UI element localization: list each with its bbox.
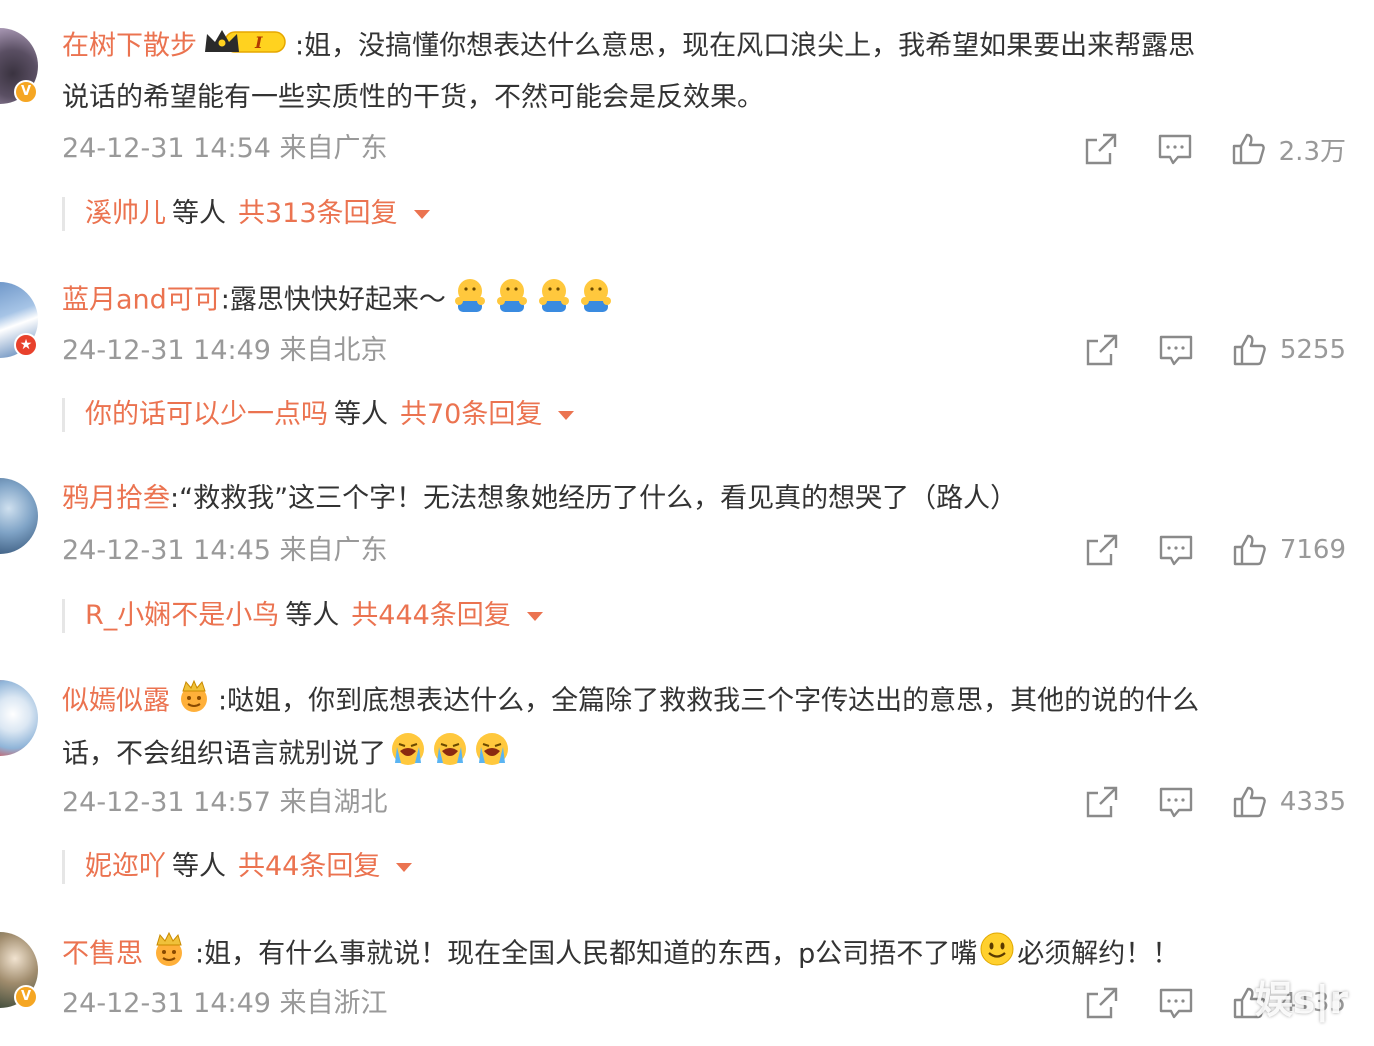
comment-actions: 7169 bbox=[1046, 530, 1346, 570]
comment-meta: 24-12-31 14:49 来自浙江 bbox=[62, 988, 388, 1019]
reply-count[interactable]: 共44条回复 bbox=[238, 851, 380, 882]
comment-text: 鸦月拾叁:“救救我”这三个字！无法想象她经历了什么，看见真的想哭了（路人） bbox=[62, 479, 1017, 519]
comment-body-end: 必须解约！！ bbox=[1017, 938, 1180, 970]
like-icon[interactable] bbox=[1232, 532, 1268, 568]
reply-username[interactable]: 你的话可以少一点吗 bbox=[85, 399, 328, 430]
comment-icon[interactable] bbox=[1158, 985, 1194, 1021]
comment-body: :“救救我”这三个字！无法想象她经历了什么，看见真的想哭了（路人） bbox=[170, 483, 1018, 514]
reply-summary[interactable]: R_小娴不是小鸟 等人 共444条回复 bbox=[62, 599, 543, 633]
watermark: 娱s|r bbox=[1254, 978, 1348, 1022]
reply-and-others: 等人 bbox=[172, 198, 226, 229]
comment-username[interactable]: 不售思 bbox=[62, 939, 143, 970]
comment-meta: 24-12-31 14:45 来自广东 bbox=[62, 535, 388, 566]
reply-summary[interactable]: 溪帅儿 等人 共313条回复 bbox=[62, 197, 430, 231]
reply-count[interactable]: 共70条回复 bbox=[400, 399, 542, 430]
crown-badge-icon bbox=[149, 931, 189, 979]
comment-username[interactable]: 鸦月拾叁 bbox=[62, 483, 170, 514]
comment-username[interactable]: 似嫣似露 bbox=[62, 686, 170, 717]
comment-icon[interactable] bbox=[1158, 784, 1194, 820]
comment-meta: 24-12-31 14:54 来自广东 bbox=[62, 133, 388, 164]
share-icon[interactable] bbox=[1084, 532, 1120, 568]
comment-meta: 24-12-31 14:49 来自北京 bbox=[62, 335, 388, 366]
dropdown-caret-icon[interactable] bbox=[396, 863, 413, 872]
comment-text-line2: 话，不会组织语言就别说了 bbox=[62, 731, 514, 779]
comment-body-line2: 说话的希望能有一些实质性的干货，不然可能会是反效果。 bbox=[62, 82, 764, 113]
reply-and-others: 等人 bbox=[334, 399, 388, 430]
dropdown-caret-icon[interactable] bbox=[558, 411, 575, 420]
dropdown-caret-icon[interactable] bbox=[526, 612, 543, 621]
like-count: 7169 bbox=[1279, 535, 1346, 565]
comment-meta: 24-12-31 14:57 来自湖北 bbox=[62, 787, 388, 818]
reply-summary[interactable]: 妮迩吖 等人 共44条回复 bbox=[62, 850, 413, 884]
comment-text: 蓝月and可可:露思快快好起来～ bbox=[62, 277, 618, 325]
avatar[interactable] bbox=[0, 478, 38, 554]
like-icon[interactable] bbox=[1232, 332, 1268, 368]
vip-badge-icon: ★ bbox=[14, 333, 38, 357]
crown-badge-icon: I bbox=[203, 26, 289, 68]
comment-icon[interactable] bbox=[1158, 332, 1194, 368]
comment-body: :姐，有什么事就说！现在全国人民都知道的东西，p公司捂不了嘴 bbox=[195, 938, 978, 970]
comment-text: 在树下散步 I :姐，没搞懂你想表达什么意思，现在风口浪尖上，我希望如果要出来帮… bbox=[62, 26, 1195, 68]
share-icon[interactable] bbox=[1083, 131, 1119, 167]
verified-badge-icon: V bbox=[14, 985, 38, 1009]
comment-icon[interactable] bbox=[1157, 131, 1193, 167]
like-icon[interactable] bbox=[1231, 131, 1267, 167]
verified-badge-icon: V bbox=[14, 80, 38, 104]
comment-text: 似嫣似露 :哒姐，你到底想表达什么，全篇除了救救我三个字传达出的意思，其他的说的… bbox=[62, 679, 1199, 725]
comment-actions: 4335 bbox=[1046, 782, 1346, 822]
comment-text: 不售思 :姐，有什么事就说！现在全国人民都知道的东西，p公司捂不了嘴 必须解约！… bbox=[62, 931, 1179, 979]
reply-count[interactable]: 共313条回复 bbox=[238, 198, 398, 229]
share-icon[interactable] bbox=[1084, 784, 1120, 820]
like-count: 2.3万 bbox=[1278, 136, 1346, 167]
hug-emoji-icon bbox=[452, 277, 618, 325]
like-count: 5255 bbox=[1279, 335, 1346, 365]
reply-summary[interactable]: 你的话可以少一点吗 等人 共70条回复 bbox=[62, 398, 575, 432]
like-icon[interactable] bbox=[1232, 784, 1268, 820]
smile-emoji-icon bbox=[979, 931, 1015, 979]
share-icon[interactable] bbox=[1084, 985, 1120, 1021]
crown-badge-icon bbox=[176, 679, 212, 725]
reply-and-others: 等人 bbox=[285, 600, 340, 631]
reply-username[interactable]: R_小娴不是小鸟 bbox=[85, 600, 279, 631]
tear-emoji-icon bbox=[390, 731, 514, 779]
share-icon[interactable] bbox=[1084, 332, 1120, 368]
reply-username[interactable]: 妮迩吖 bbox=[85, 851, 166, 882]
reply-username[interactable]: 溪帅儿 bbox=[85, 198, 166, 229]
reply-count[interactable]: 共444条回复 bbox=[351, 600, 511, 631]
like-count: 4335 bbox=[1279, 787, 1346, 817]
comment-body: :哒姐，你到底想表达什么，全篇除了救救我三个字传达出的意思，其他的说的什么 bbox=[218, 685, 1200, 717]
comment-username[interactable]: 蓝月and可可 bbox=[62, 285, 221, 316]
comment-body: :露思快快好起来～ bbox=[220, 284, 446, 316]
comment-body-line2: 话，不会组织语言就别说了 bbox=[62, 738, 386, 770]
avatar[interactable] bbox=[0, 680, 38, 756]
comment-body: :姐，没搞懂你想表达什么意思，现在风口浪尖上，我希望如果要出来帮露思 bbox=[295, 30, 1196, 62]
comment-username[interactable]: 在树下散步 bbox=[62, 31, 197, 62]
svg-text:I: I bbox=[254, 33, 263, 52]
comment-icon[interactable] bbox=[1158, 532, 1194, 568]
comment-actions: 2.3万 bbox=[1045, 129, 1346, 169]
comment-actions: 5255 bbox=[1046, 330, 1346, 370]
dropdown-caret-icon[interactable] bbox=[413, 210, 430, 219]
reply-and-others: 等人 bbox=[172, 851, 226, 882]
